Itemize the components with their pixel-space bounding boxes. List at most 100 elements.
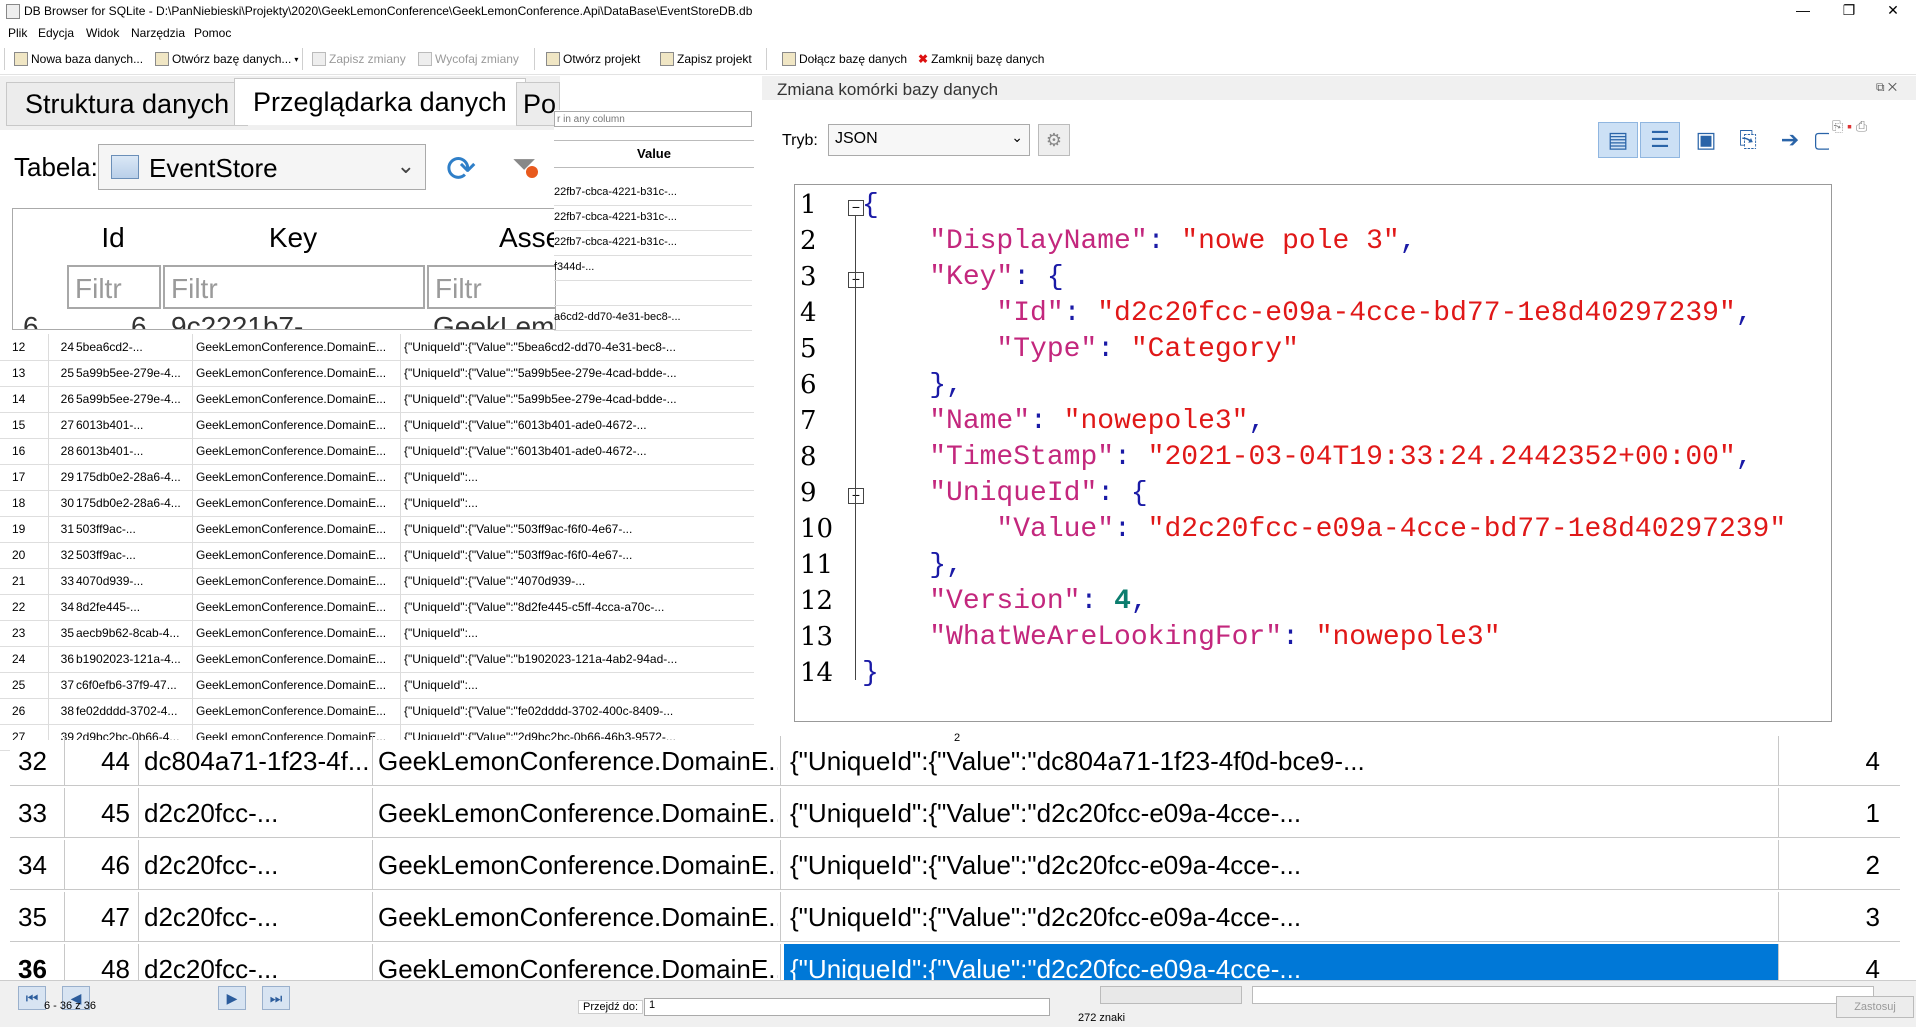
apply-button[interactable]: Zastosuj xyxy=(1836,996,1914,1018)
value-cell[interactable]: {"UniqueId":{"Value":"6013b401-ade0-4672… xyxy=(404,412,750,438)
id-cell[interactable]: 47 xyxy=(70,892,130,942)
filter-id-input[interactable]: Filtr xyxy=(67,265,161,309)
json-line[interactable]: "Type": "Category" xyxy=(862,334,1298,365)
key-cell[interactable]: d2c20fcc-... xyxy=(144,840,374,890)
value-cell[interactable]: {"UniqueId":{"Value":"fe02dddd-3702-400c… xyxy=(404,698,750,724)
assembly-cell[interactable]: GeekLemonConference.DomainE... xyxy=(196,594,396,620)
menu-file[interactable]: Plik xyxy=(8,26,27,40)
float-icon[interactable]: ⧉ xyxy=(1876,80,1885,94)
table-row[interactable]: 24 36 b1902023-121a-4... GeekLemonConferenc… xyxy=(0,646,754,673)
value-cell[interactable]: {"UniqueId":... xyxy=(404,490,750,516)
id-cell[interactable]: 31 xyxy=(52,516,74,542)
row-number[interactable]: 23 xyxy=(12,620,36,646)
dropdown-arrow-icon[interactable]: ▾ xyxy=(294,55,298,64)
refresh-icon[interactable]: ⟳ xyxy=(446,148,476,190)
table-row[interactable]: 15 27 6013b401-... GeekLemonConference.Doma… xyxy=(0,412,754,439)
value-cell[interactable]: {"UniqueId":{"Value":"dc804a71-1f23-4f0d… xyxy=(784,736,1778,786)
key-cell[interactable]: 5bea6cd2-... xyxy=(76,334,190,360)
json-line[interactable]: "UniqueId": { xyxy=(862,478,1147,509)
value-cell[interactable]: 22fb7-cbca-4221-b31c-... xyxy=(554,205,752,231)
open-database-button[interactable]: Otwórz bazę danych... ▾ xyxy=(155,52,298,66)
json-line[interactable]: "DisplayName": "nowe pole 3", xyxy=(862,226,1416,257)
value-cell[interactable]: {"UniqueId":{"Value":"d2c20fcc-e09a-4cce… xyxy=(784,788,1778,838)
next-record-icon[interactable]: ▶ xyxy=(218,986,246,1010)
value-cell[interactable]: {"UniqueId":{"Value":"6013b401-ade0-4672… xyxy=(404,438,750,464)
table-row[interactable]: 18 30 175db0e2-28a6-4... GeekLemonConferenc… xyxy=(0,490,754,517)
value-cell[interactable]: {"UniqueId":{"Value":"d2c20fcc-e09a-4cce… xyxy=(784,892,1778,942)
id-cell[interactable]: 45 xyxy=(70,788,130,838)
tab-structure[interactable]: Struktura danych xyxy=(6,82,249,126)
assembly-cell[interactable]: GeekLemonConference.DomainE... xyxy=(196,542,396,568)
table-row[interactable]: 19 31 503ff9ac-... GeekLemonConference.Doma… xyxy=(0,516,754,543)
value-cell[interactable]: {"UniqueId":... xyxy=(404,672,750,698)
key-cell[interactable]: 8d2fe445-... xyxy=(76,594,190,620)
id-cell[interactable]: 34 xyxy=(52,594,74,620)
table-row[interactable]: 13 25 5a99b5ee-279e-4... GeekLemonConferenc… xyxy=(0,360,754,387)
assembly-cell[interactable]: GeekLemonConference.DomainE... xyxy=(196,360,396,386)
id-cell[interactable]: 36 xyxy=(52,646,74,672)
column-header-key[interactable]: Key xyxy=(161,209,426,265)
assembly-cell[interactable]: GeekLemonConference.DomainE... xyxy=(196,672,396,698)
id-cell[interactable]: 28 xyxy=(52,438,74,464)
assembly-cell[interactable]: GeekLemonConference.DomainE... xyxy=(378,736,778,786)
print-icon[interactable]: ⎙ xyxy=(1856,118,1867,134)
value-cell[interactable]: {"UniqueId":{"Value":"d2c20fcc-e09a-4cce… xyxy=(784,840,1778,890)
column-header-assembly[interactable]: Asse xyxy=(425,209,555,265)
id-cell[interactable]: 27 xyxy=(52,412,74,438)
attach-database-button[interactable]: Dołącz bazę danych xyxy=(782,52,907,66)
id-cell[interactable]: 38 xyxy=(52,698,74,724)
menu-help[interactable]: Pomoc xyxy=(194,26,231,40)
table-row[interactable]: 23 35 aecb9b62-8cab-4... GeekLemonConferenc… xyxy=(0,620,754,647)
value-cell[interactable]: {"UniqueId":... xyxy=(404,464,750,490)
row-header-corner[interactable] xyxy=(13,209,66,265)
save-changes-button[interactable]: Zapisz zmiany xyxy=(312,52,406,66)
version-cell[interactable]: 1 xyxy=(1780,788,1880,838)
assembly-cell[interactable]: GeekLemonConference.DomainE... xyxy=(196,698,396,724)
id-cell[interactable]: 37 xyxy=(52,672,74,698)
save-project-button[interactable]: Zapisz projekt xyxy=(660,52,752,66)
set-null-button[interactable]: ➔ xyxy=(1770,122,1810,158)
version-cell[interactable]: 2 xyxy=(1780,840,1880,890)
first-record-icon[interactable]: ⏮ xyxy=(18,986,46,1010)
id-cell[interactable]: 46 xyxy=(70,840,130,890)
assembly-cell[interactable]: GeekLemonConference.DomainE... xyxy=(196,334,396,360)
column-header-id[interactable]: Id xyxy=(65,209,162,265)
assembly-cell[interactable]: GeekLemonConference.DomainE... xyxy=(196,646,396,672)
id-cell[interactable]: 35 xyxy=(52,620,74,646)
key-cell[interactable]: 503ff9ac-... xyxy=(76,516,190,542)
id-cell[interactable]: 44 xyxy=(70,736,130,786)
auto-format-button[interactable]: ☰ xyxy=(1640,122,1680,158)
table-row[interactable]: 16 28 6013b401-... GeekLemonConference.Doma… xyxy=(0,438,754,465)
table-row[interactable]: 33 45 d2c20fcc-... GeekLemonConference.Doma… xyxy=(10,788,1900,838)
value-cell[interactable]: {"UniqueId":{"Value":"5a99b5ee-279e-4cad… xyxy=(404,386,750,412)
json-line[interactable]: "TimeStamp": "2021-03-04T19:33:24.244235… xyxy=(862,442,1752,473)
value-cell[interactable]: {"UniqueId":{"Value":"4070d939-... xyxy=(404,568,750,594)
assembly-cell[interactable]: GeekLemonConference.DomainE... xyxy=(196,438,396,464)
key-cell[interactable]: d2c20fcc-... xyxy=(144,788,374,838)
row-number[interactable]: 16 xyxy=(12,438,36,464)
value-cell[interactable]: {"UniqueId":{"Value":"5bea6cd2-dd70-4e31… xyxy=(404,334,750,360)
assembly-cell[interactable]: GeekLemonConference.DomainE... xyxy=(196,568,396,594)
json-line[interactable]: { xyxy=(862,190,879,221)
assembly-cell[interactable]: GeekLemonConference.DomainE... xyxy=(196,620,396,646)
key-cell[interactable]: aecb9b62-8cab-4... xyxy=(76,620,190,646)
key-cell[interactable]: 6013b401-... xyxy=(76,438,190,464)
table-row[interactable]: 20 32 503ff9ac-... GeekLemonConference.Doma… xyxy=(0,542,754,569)
key-cell[interactable]: c6f0efb6-37f9-47... xyxy=(76,672,190,698)
key-cell[interactable]: 175db0e2-28a6-4... xyxy=(76,464,190,490)
export-button[interactable]: ⎘ xyxy=(1728,122,1768,158)
dock-buttons[interactable]: ⧉ ✕ xyxy=(1876,80,1897,95)
menu-tools[interactable]: Narzędzia xyxy=(131,26,185,40)
assembly-cell[interactable]: GeekLemonConference.DomainE... xyxy=(196,412,396,438)
table-row[interactable]: 14 26 5a99b5ee-279e-4... GeekLemonConferenc… xyxy=(0,386,754,413)
maximize-button[interactable]: ❐ xyxy=(1826,0,1872,22)
row-number[interactable]: 20 xyxy=(12,542,36,568)
value-cell[interactable]: 22fb7-cbca-4221-b31c-... xyxy=(554,180,752,206)
table-row[interactable]: 35 47 d2c20fcc-... GeekLemonConference.Doma… xyxy=(10,892,1900,942)
delete-icon[interactable]: ▪ xyxy=(1847,118,1852,134)
import-button[interactable]: ▣ xyxy=(1686,122,1726,158)
assembly-cell[interactable]: GeekLemonConference.DomainE... xyxy=(196,490,396,516)
key-cell[interactable]: d2c20fcc-... xyxy=(144,892,374,942)
assembly-cell[interactable]: GeekLemonConference.DomainE... xyxy=(196,386,396,412)
clear-filter-icon[interactable]: ⏷ xyxy=(512,148,538,182)
